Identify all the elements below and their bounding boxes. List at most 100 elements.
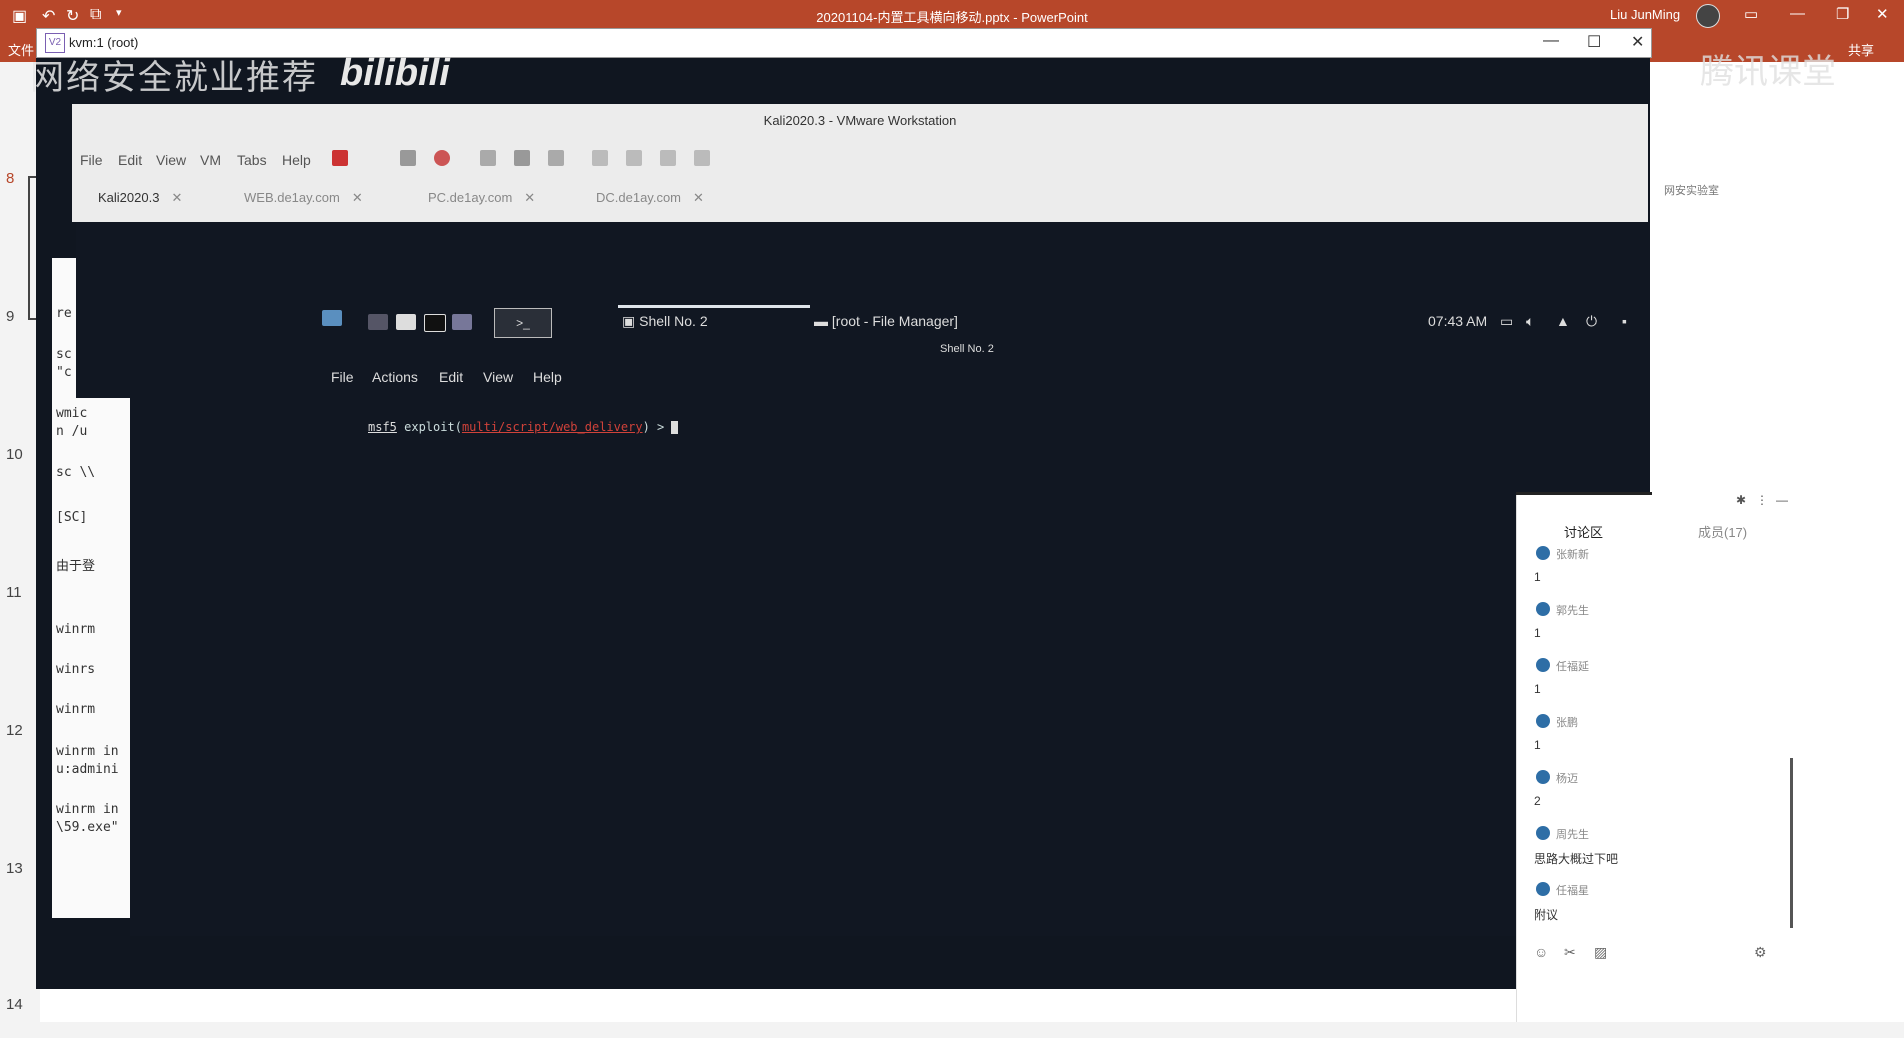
files-icon[interactable] (396, 314, 416, 330)
slide-number[interactable]: 13 (6, 860, 23, 877)
close-icon[interactable]: ✕ (524, 190, 535, 205)
pin-icon[interactable]: ✱ (1736, 493, 1746, 507)
close-icon[interactable]: ✕ (693, 190, 704, 205)
active-task-indicator (618, 305, 810, 308)
term-menu-edit[interactable]: Edit (439, 369, 463, 385)
task-file-manager[interactable]: ▬ [root - File Manager] (814, 313, 958, 329)
revert-icon[interactable] (480, 150, 496, 166)
menu-tabs[interactable]: Tabs (237, 152, 267, 168)
term-menu-help[interactable]: Help (533, 369, 562, 385)
tab-label: WEB.de1ay.com (244, 190, 340, 205)
user-name[interactable]: Liu JunMing (1610, 7, 1680, 22)
slide-text-line: sc \\ (56, 465, 96, 480)
task-label: [root - File Manager] (831, 313, 958, 329)
slide-number[interactable]: 14 (6, 996, 23, 1013)
avatar[interactable] (1696, 4, 1720, 28)
manage-snapshots-icon[interactable] (514, 150, 530, 166)
chat-scrollbar[interactable] (1790, 758, 1793, 928)
clock[interactable]: 07:43 AM (1428, 313, 1487, 329)
menu-view[interactable]: View (156, 152, 186, 168)
avatar (1536, 882, 1550, 896)
terminal-area[interactable] (130, 398, 1650, 936)
chat-message: 附议 (1534, 908, 1559, 922)
tab-kali[interactable]: Kali2020.3 ✕ (98, 190, 182, 206)
slide-text-line: winrm in (56, 744, 119, 759)
slide-text-line: winrm (56, 622, 96, 637)
slide-number[interactable]: 8 (6, 170, 14, 187)
power-icon[interactable]: ⏻ (1586, 313, 1597, 330)
terminal-launcher-icon[interactable] (424, 314, 446, 332)
tab-members[interactable]: 成员(17) (1698, 522, 1747, 541)
close-icon[interactable]: ✕ (1876, 5, 1889, 23)
restore-icon[interactable]: ❐ (1836, 5, 1849, 23)
chat-sender: 郭先生 (1556, 605, 1589, 617)
unity-icon[interactable] (694, 150, 710, 166)
ribbon-display-icon[interactable]: ▭ (1744, 5, 1758, 23)
menu-file[interactable]: File (80, 152, 103, 168)
display-icon[interactable]: ▭ (1500, 313, 1513, 330)
maximize-icon[interactable]: ☐ (1587, 32, 1601, 52)
chat-message: 思路大概过下吧 (1534, 852, 1619, 866)
slide-number[interactable]: 12 (6, 722, 23, 739)
power-icon[interactable] (332, 150, 348, 166)
terminal-icon[interactable]: >_ (494, 308, 552, 338)
tab-label: Kali2020.3 (98, 190, 160, 205)
volume-icon[interactable]: 🔈︎ (1526, 313, 1534, 330)
tab-dc[interactable]: DC.de1ay.com ✕ (596, 190, 704, 206)
task-shell[interactable]: ▣ Shell No. 2 (622, 313, 708, 330)
close-icon[interactable]: ✕ (1631, 32, 1644, 52)
settings-icon[interactable]: ⚙ (1754, 944, 1767, 961)
guest-screen[interactable] (76, 222, 1650, 398)
vmware-title: Kali2020.3 - VMware Workstation (763, 113, 957, 128)
slide-number[interactable]: 11 (6, 584, 22, 601)
bilibili-logo: bilibili (340, 52, 450, 94)
chat-message: 1 (1534, 738, 1541, 752)
slide-number[interactable]: 10 (6, 446, 23, 463)
close-icon[interactable]: ✕ (171, 190, 182, 205)
term-menu-actions[interactable]: Actions (372, 369, 418, 385)
more-icon[interactable]: ⋮ (1756, 493, 1768, 507)
chat-sender: 杨迈 (1556, 773, 1578, 785)
notification-icon[interactable]: ▲ (1556, 313, 1570, 329)
screenshot-icon[interactable]: ✂ (1564, 944, 1576, 961)
term-menu-view[interactable]: View (483, 369, 513, 385)
lock-icon[interactable]: ▪ (1622, 313, 1627, 329)
avatar (1536, 826, 1550, 840)
emoji-icon[interactable]: ☺ (1534, 944, 1548, 960)
fullscreen-icon[interactable] (660, 150, 676, 166)
browser-icon[interactable] (452, 314, 472, 330)
close-icon[interactable]: ✕ (352, 190, 363, 205)
terminal-prompt-line[interactable]: msf5 exploit(multi/script/web_delivery) … (368, 420, 679, 434)
slide-text-line: 由于登 (56, 558, 96, 573)
cursor (671, 421, 679, 434)
play-icon[interactable] (400, 150, 416, 166)
module-path: multi/script/web_delivery (461, 420, 643, 434)
thumbnail-icon[interactable] (592, 150, 608, 166)
term-menu-file[interactable]: File (331, 369, 354, 385)
menu-edit[interactable]: Edit (118, 152, 142, 168)
console-icon[interactable] (626, 150, 642, 166)
slide-text-line: winrm in (56, 802, 119, 817)
menu-vm[interactable]: VM (200, 152, 221, 168)
show-desktop-icon[interactable] (368, 314, 388, 330)
library-icon[interactable] (548, 150, 564, 166)
tab-pc[interactable]: PC.de1ay.com ✕ (428, 190, 535, 206)
command-pre: exploit( (396, 420, 462, 434)
chat-sender: 任福星 (1556, 885, 1589, 897)
snapshot-icon[interactable] (434, 150, 450, 166)
menu-help[interactable]: Help (282, 152, 311, 168)
slide-number[interactable]: 9 (6, 308, 14, 325)
kali-menu-icon[interactable] (322, 310, 342, 326)
slide-text-line: re (56, 306, 72, 321)
image-icon[interactable]: ▨ (1594, 944, 1607, 961)
avatar (1536, 770, 1550, 784)
minimize-icon[interactable]: — (1790, 5, 1805, 22)
minimize-icon[interactable]: — (1543, 32, 1559, 50)
slide-text-line: winrm (56, 702, 96, 717)
share-button[interactable]: 共享 (1848, 40, 1874, 59)
slide-text-line: winrs (56, 662, 96, 677)
minimize-icon[interactable]: — (1776, 493, 1788, 507)
tab-web[interactable]: WEB.de1ay.com ✕ (244, 190, 363, 206)
tab-discussion[interactable]: 讨论区 (1564, 522, 1603, 541)
chat-sender: 任福延 (1556, 661, 1589, 673)
